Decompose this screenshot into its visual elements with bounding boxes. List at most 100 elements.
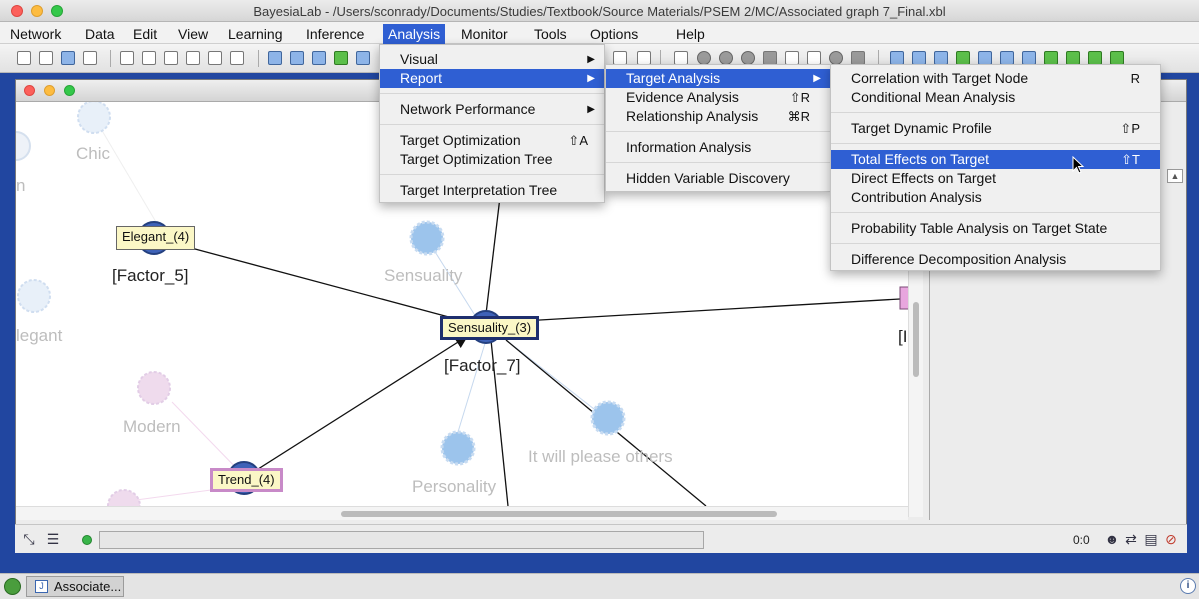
node-tag-elegant[interactable]: Elegant_(4) [116,226,196,250]
menu-item-evidence-analysis[interactable]: Evidence Analysis ⇧R [606,88,830,107]
menu-tools[interactable]: Tools [529,24,572,44]
zoom-out-icon[interactable] [912,51,926,65]
horizontal-scroll-thumb[interactable] [341,511,777,517]
constraint-node-icon[interactable] [719,51,733,65]
node-modern[interactable] [137,371,171,405]
menu-item-target-dynamic-profile[interactable]: Target Dynamic Profile ⇧P [831,119,1160,138]
node-elegant[interactable] [17,279,51,313]
menu-network[interactable]: Network [5,24,66,44]
menu-item-network-performance[interactable]: Network Performance ▶ [380,100,604,119]
menu-options[interactable]: Options [585,24,643,44]
node-tag-trend[interactable]: Trend_(4) [210,468,283,492]
menu-monitor[interactable]: Monitor [456,24,513,44]
app-icon[interactable] [4,578,21,595]
node-offscreen[interactable] [16,131,31,161]
zoom-in-icon[interactable] [890,51,904,65]
utility-node-icon[interactable] [763,51,777,65]
note-icon[interactable] [807,51,821,65]
menu-analysis[interactable]: Analysis [383,24,446,44]
add-icon[interactable] [1044,51,1058,65]
menu-help[interactable]: Help [671,24,710,44]
zoom-reset-icon[interactable] [312,51,326,65]
undo-icon[interactable] [186,51,200,65]
select-icon[interactable] [674,51,688,65]
edge [243,335,469,479]
node-please-others[interactable] [590,400,626,436]
node-icon[interactable] [697,51,711,65]
menu-separator [831,212,1160,213]
vertical-scroll-thumb[interactable] [913,302,919,377]
print-icon[interactable] [83,51,97,65]
menu-item-visual[interactable]: Visual ▶ [380,50,604,69]
menu-item-label: Target Dynamic Profile [851,120,992,136]
menu-item-relationship-analysis[interactable]: Relationship Analysis ⌘R [606,107,830,126]
new-file-icon[interactable] [17,51,31,65]
info-icon[interactable]: i [1180,578,1196,594]
arc-tool-icon[interactable]: ⤡ [21,531,37,547]
node-personality[interactable] [440,430,476,466]
copy-icon[interactable] [142,51,156,65]
paste-icon[interactable] [164,51,178,65]
minimize-window-button[interactable] [44,85,55,96]
delete-arc-icon[interactable] [613,51,627,65]
node-partial[interactable] [107,489,141,506]
zoom-in-icon[interactable] [268,51,282,65]
redo-icon[interactable] [208,51,222,65]
layout-icon[interactable] [356,51,370,65]
save-icon[interactable] [61,51,75,65]
node-chic[interactable] [77,102,111,134]
node-tag-sensuality[interactable]: Sensuality_(3) [440,316,540,340]
menu-learning[interactable]: Learning [223,24,288,44]
menu-inference[interactable]: Inference [301,24,369,44]
taskbar-window-button[interactable]: J Associate... [26,576,124,597]
arc-icon[interactable] [637,51,651,65]
layout-icon[interactable] [956,51,970,65]
grid-icon[interactable] [978,51,992,65]
mask-icon[interactable]: ☻ [1104,531,1120,547]
flag-icon[interactable] [1088,51,1102,65]
open-folder-icon[interactable] [39,51,53,65]
find-icon[interactable] [230,51,244,65]
disabled-icon[interactable]: ⊘ [1163,531,1179,547]
horizontal-scrollbar[interactable] [16,506,908,520]
menu-item-target-interpretation-tree[interactable]: Target Interpretation Tree [380,181,604,200]
decision-node-icon[interactable] [741,51,755,65]
trash-icon[interactable] [851,51,865,65]
menu-item-direct-effects-on-target[interactable]: Direct Effects on Target [831,169,1160,188]
cut-icon[interactable] [120,51,134,65]
shuffle-icon[interactable]: ⇄ [1123,531,1139,547]
menu-item-target-analysis[interactable]: Target Analysis ▶ [606,69,830,88]
chevron-up-icon[interactable]: ▲ [1167,169,1183,183]
menu-data[interactable]: Data [80,24,120,44]
menu-item-correlation-with-target-node[interactable]: Correlation with Target Node R [831,69,1160,88]
menu-item-information-analysis[interactable]: Information Analysis [606,138,830,157]
menu-view[interactable]: View [173,24,213,44]
check-icon[interactable] [1066,51,1080,65]
menu-item-total-effects-on-target[interactable]: Total Effects on Target ⇧T [831,150,1160,169]
menu-item-target-optimization-tree[interactable]: Target Optimization Tree [380,150,604,169]
menu-item-hidden-variable-discovery[interactable]: Hidden Variable Discovery [606,169,830,188]
zoom-reset-icon[interactable] [934,51,948,65]
list-icon[interactable]: ☰ [45,531,61,547]
route-icon[interactable] [1022,51,1036,65]
network-icon[interactable] [1110,51,1124,65]
fit-to-window-icon[interactable] [334,51,348,65]
node-sensuality[interactable] [409,220,445,256]
menu-item-conditional-mean-analysis[interactable]: Conditional Mean Analysis [831,88,1160,107]
filter-icon[interactable] [829,51,843,65]
menu-item-target-optimization[interactable]: Target Optimization ⇧A [380,131,604,150]
add-arc-icon[interactable] [785,51,799,65]
menu-item-label: Direct Effects on Target [851,170,996,186]
database-icon[interactable]: ▤ [1143,531,1159,547]
zoom-window-button[interactable] [64,85,75,96]
close-window-button[interactable] [24,85,35,96]
menu-item-difference-decomposition-analysis[interactable]: Difference Decomposition Analysis [831,250,1160,269]
menu-item-contribution-analysis[interactable]: Contribution Analysis [831,188,1160,207]
link-icon[interactable] [1000,51,1014,65]
zoom-out-icon[interactable] [290,51,304,65]
menu-item-report[interactable]: Report ▶ [380,69,604,88]
menu-item-probability-table-analysis[interactable]: Probability Table Analysis on Target Sta… [831,219,1160,238]
menu-edit[interactable]: Edit [128,24,162,44]
node-partial-right[interactable] [899,286,908,310]
menu-item-label: Contribution Analysis [851,189,982,205]
